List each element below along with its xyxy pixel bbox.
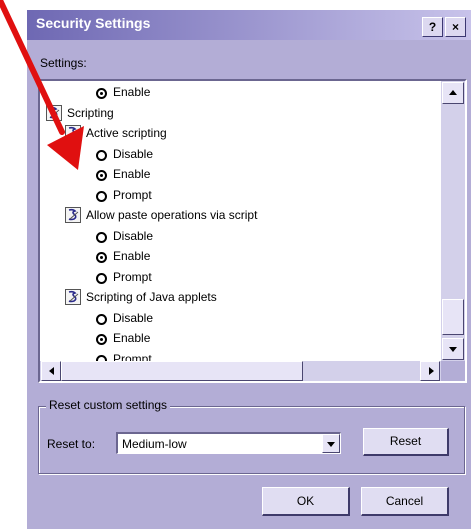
tree-setting[interactable]: Allow paste operations via script bbox=[65, 205, 257, 225]
close-button[interactable]: × bbox=[445, 17, 466, 37]
tree-row-label: Prompt bbox=[113, 351, 152, 362]
horizontal-scroll-thumb[interactable] bbox=[61, 361, 303, 381]
scroll-up-button[interactable] bbox=[442, 82, 464, 104]
radio-checked-icon[interactable] bbox=[96, 252, 107, 263]
radio-unchecked-icon[interactable] bbox=[96, 231, 107, 243]
arrow-up-icon bbox=[449, 90, 457, 95]
scrollbar-corner bbox=[441, 361, 465, 381]
radio-option[interactable]: Enable bbox=[96, 328, 150, 348]
tree-row-label: Disable bbox=[113, 228, 154, 243]
radio-unchecked-icon[interactable] bbox=[96, 272, 107, 284]
radio-option[interactable]: Disable bbox=[96, 308, 153, 328]
reset-custom-settings-group: Reset custom settings Reset to: Medium-l… bbox=[38, 398, 465, 474]
radio-option[interactable]: Disable bbox=[96, 226, 153, 246]
help-button[interactable]: ? bbox=[422, 17, 443, 37]
reset-group-legend: Reset custom settings bbox=[46, 398, 171, 412]
tree-row-label: Enable bbox=[113, 331, 151, 345]
radio-option[interactable]: Prompt bbox=[96, 267, 152, 287]
tree-row-label: Prompt bbox=[113, 269, 152, 284]
arrow-left-icon bbox=[49, 367, 54, 375]
arrow-down-icon bbox=[449, 347, 457, 352]
script-settings-icon bbox=[65, 289, 81, 305]
vertical-scroll-thumb[interactable] bbox=[442, 299, 464, 335]
reset-to-label: Reset to: bbox=[47, 437, 96, 451]
dropdown-button[interactable] bbox=[322, 434, 340, 453]
tree-row-label: Allow paste operations via script bbox=[86, 208, 258, 222]
radio-unchecked-icon[interactable] bbox=[96, 190, 107, 202]
red-annotation-arrow bbox=[0, 0, 84, 170]
tree-row-label: Enable bbox=[113, 249, 151, 263]
ok-button[interactable]: OK bbox=[262, 487, 350, 516]
radio-checked-icon[interactable] bbox=[96, 334, 107, 345]
chevron-down-icon bbox=[327, 442, 335, 447]
script-settings-icon bbox=[65, 207, 81, 223]
scroll-left-button[interactable] bbox=[41, 361, 61, 381]
reset-level-value: Medium-low bbox=[122, 437, 187, 451]
tree-row-label: Scripting of Java applets bbox=[86, 290, 217, 304]
reset-button[interactable]: Reset bbox=[363, 428, 449, 456]
horizontal-scrollbar[interactable] bbox=[40, 361, 441, 381]
cancel-button[interactable]: Cancel bbox=[361, 487, 449, 516]
tree-setting[interactable]: Scripting of Java applets bbox=[65, 287, 217, 307]
radio-unchecked-icon[interactable] bbox=[96, 313, 107, 325]
arrow-right-icon bbox=[429, 367, 434, 375]
radio-option[interactable]: Prompt bbox=[96, 349, 152, 362]
reset-level-select[interactable]: Medium-low bbox=[116, 432, 341, 454]
tree-row-label: Disable bbox=[113, 310, 154, 325]
scroll-right-button[interactable] bbox=[420, 361, 440, 381]
arrow-head-icon bbox=[47, 126, 84, 170]
arrow-shaft bbox=[0, 0, 65, 135]
radio-option[interactable]: Enable bbox=[96, 246, 150, 266]
scroll-down-button[interactable] bbox=[442, 338, 464, 360]
vertical-scrollbar[interactable] bbox=[441, 81, 465, 361]
